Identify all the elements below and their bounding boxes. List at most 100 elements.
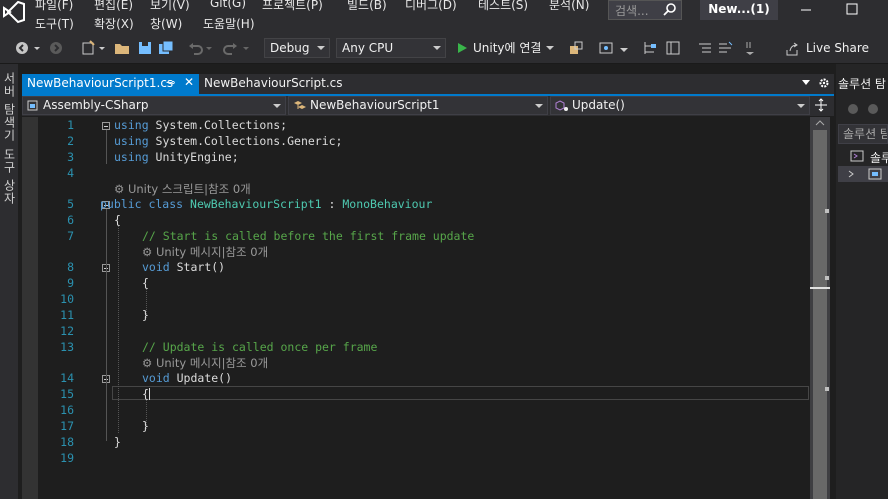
chevron-down-icon — [273, 104, 281, 108]
unity-icon: ⚙ — [114, 182, 125, 196]
toggle-panel-icon[interactable] — [665, 40, 681, 56]
minimize-button[interactable] — [788, 0, 824, 22]
left-tool-tabs: 서버 탐색기 도구 상자 — [0, 64, 18, 499]
comment-icon[interactable] — [717, 40, 733, 56]
chevron-down-icon — [433, 46, 441, 50]
undo-icon[interactable] — [188, 40, 204, 56]
run-dropdown-icon[interactable] — [546, 46, 554, 52]
line-number: 15 — [60, 387, 74, 401]
keyword: void — [142, 371, 170, 385]
redo-icon[interactable] — [222, 40, 238, 56]
save-all-icon[interactable] — [158, 40, 174, 56]
undo-dropdown-icon[interactable] — [205, 40, 213, 56]
live-share-button[interactable]: Live Share — [806, 38, 869, 58]
platform-select[interactable]: Any CPU — [336, 38, 446, 58]
tab-newbehaviourscript1[interactable]: NewBehaviourScript1.cs ⊸ ✕ — [22, 74, 199, 94]
codelens-text: Unity 메시지|참조 0개 — [155, 356, 269, 370]
menu-view[interactable]: 보기(V) — [150, 0, 190, 13]
format-icon[interactable] — [697, 40, 713, 56]
line-number: 13 — [60, 340, 74, 354]
tab-server-explorer[interactable]: 서버 탐색기 — [1, 72, 18, 142]
code-line-3: using UnityEngine; — [114, 150, 239, 164]
menu-edit[interactable]: 편집(E) — [94, 0, 133, 13]
tab-list-dropdown-icon[interactable] — [802, 80, 810, 86]
menu-tools[interactable]: 도구(T) — [35, 15, 74, 32]
search-input[interactable]: 검색... — [608, 0, 682, 20]
line-number: 1 — [67, 118, 74, 132]
forward-icon[interactable] — [48, 40, 64, 56]
redo-dropdown-icon[interactable] — [242, 40, 250, 56]
menu-window[interactable]: 창(W) — [150, 15, 182, 32]
open-folder-icon[interactable] — [114, 40, 130, 56]
toolbar-overflow-icon[interactable] — [746, 40, 754, 56]
codelens-start[interactable]: ⚙ Unity 메시지|참조 0개 — [142, 244, 268, 260]
class-name: NewBehaviourScript1 — [183, 197, 322, 211]
codelens-class[interactable]: ⚙ Unity 스크립트|참조 0개 — [114, 181, 251, 197]
live-share-icon[interactable] — [785, 42, 799, 56]
caret-position-marker — [810, 287, 830, 289]
menu-extensions[interactable]: 확장(X) — [94, 15, 134, 32]
configuration-select[interactable]: Debug — [264, 38, 330, 58]
menu-project[interactable]: 프로젝트(P) — [262, 0, 323, 13]
panel-nav-icon[interactable] — [846, 102, 886, 116]
base-type: MonoBehaviour — [342, 197, 433, 211]
solution-name-badge[interactable]: New...(1) — [700, 0, 778, 20]
attach-process-icon[interactable] — [568, 40, 584, 56]
scrollbar-thumb[interactable] — [813, 130, 827, 499]
line-number: 19 — [60, 451, 74, 465]
screenshot-icon[interactable] — [598, 40, 614, 56]
fold-guide — [106, 209, 107, 441]
indent-guide — [118, 225, 119, 433]
scroll-up-icon[interactable] — [815, 119, 825, 127]
indicator-margin — [22, 117, 38, 499]
code-line-6: { — [114, 213, 121, 227]
line-number: 4 — [67, 166, 74, 180]
menu-git[interactable]: Git(G) — [210, 0, 246, 10]
menu-analyze[interactable]: 분석(N) — [549, 0, 589, 13]
menu-debug[interactable]: 디버그(D) — [405, 0, 457, 13]
project-tree-item[interactable] — [838, 166, 888, 182]
chevron-down-icon — [535, 104, 543, 108]
code-editor[interactable] — [22, 117, 810, 499]
hierarchy-icon[interactable] — [642, 40, 658, 56]
scrollbar-marker — [825, 276, 829, 280]
menu-build[interactable]: 빌드(B) — [347, 0, 387, 13]
close-icon[interactable]: ✕ — [184, 75, 194, 89]
chevron-right-icon[interactable] — [848, 170, 854, 178]
code-text: : — [321, 197, 343, 211]
line-number: 3 — [67, 150, 74, 164]
visual-studio-logo-icon[interactable] — [0, 0, 28, 24]
screenshot-dropdown-icon[interactable] — [620, 48, 628, 54]
fold-toggle[interactable] — [102, 122, 110, 130]
class-select[interactable]: NewBehaviourScript1 — [288, 96, 548, 115]
code-text: Update() — [169, 371, 233, 385]
code-line-17: } — [142, 419, 149, 433]
chevron-down-icon — [317, 46, 325, 50]
codelens-update[interactable]: ⚙ Unity 메시지|참조 0개 — [142, 355, 268, 371]
split-editor-icon[interactable] — [814, 98, 828, 112]
play-icon[interactable] — [456, 42, 468, 54]
menu-help[interactable]: 도움말(H) — [203, 15, 255, 32]
new-item-icon[interactable] — [80, 40, 96, 56]
menu-file[interactable]: 파일(F) — [35, 0, 73, 13]
tab-toolbox[interactable]: 도구 상자 — [1, 148, 18, 205]
back-icon[interactable] — [14, 40, 30, 56]
save-icon[interactable] — [137, 40, 153, 56]
maximize-button[interactable] — [834, 0, 870, 22]
new-item-dropdown-icon[interactable] — [98, 40, 106, 56]
project-select[interactable]: Assembly-CSharp — [22, 96, 286, 115]
code-line-18: } — [114, 435, 121, 449]
solution-tree-item[interactable]: 솔루 — [870, 149, 888, 166]
codelens-text: Unity 스크립트|참조 0개 — [127, 182, 251, 196]
solution-explorer-search[interactable]: 솔루션 탐 — [838, 124, 888, 144]
platform-value: Any CPU — [342, 41, 394, 55]
member-value: Update() — [572, 98, 625, 112]
member-select[interactable]: Update() — [550, 96, 810, 115]
unity-attach-button[interactable]: Unity에 연결 — [473, 38, 541, 58]
gear-icon[interactable] — [818, 77, 830, 89]
back-dropdown-icon[interactable] — [33, 40, 41, 56]
pin-icon[interactable]: ⊸ — [166, 76, 175, 89]
menu-test[interactable]: 테스트(S) — [478, 0, 528, 13]
fold-guide — [106, 130, 107, 164]
configuration-value: Debug — [270, 41, 310, 55]
